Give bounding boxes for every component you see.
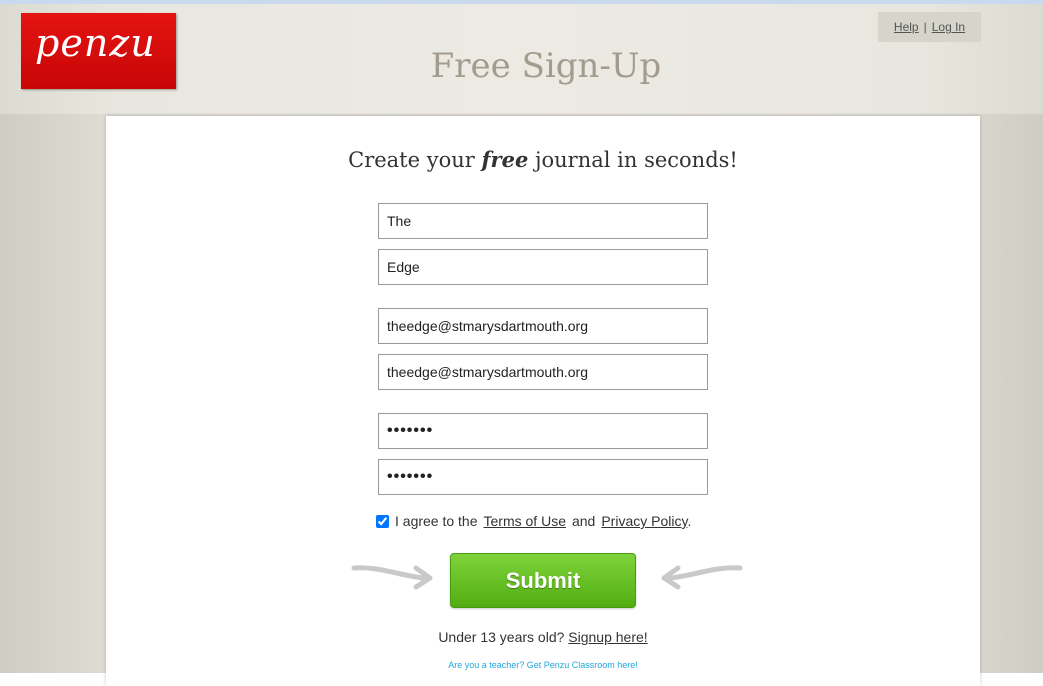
- login-link[interactable]: Log In: [932, 20, 965, 34]
- right-pointing-arrow-icon: [351, 565, 433, 590]
- headline-pre: Create your: [348, 148, 475, 172]
- password-confirm-input[interactable]: [378, 459, 708, 495]
- agree-post: .: [687, 513, 692, 529]
- under13-text: Under 13 years old?: [438, 629, 565, 645]
- first-name-input[interactable]: [378, 203, 708, 239]
- privacy-policy-link[interactable]: Privacy Policy: [601, 513, 687, 529]
- agree-and: and: [571, 513, 596, 529]
- terms-agreement: I agree to the Terms of Use and Privacy …: [376, 513, 691, 529]
- top-nav: Help | Log In: [878, 12, 981, 42]
- last-name-input[interactable]: [378, 249, 708, 285]
- signup-card: Create your free journal in seconds! I a…: [106, 116, 980, 686]
- help-link[interactable]: Help: [894, 20, 919, 34]
- agree-checkbox[interactable]: [376, 514, 389, 528]
- headline-post: journal in seconds!: [535, 148, 738, 172]
- under-13-notice: Under 13 years old? Signup here!: [106, 629, 980, 645]
- nav-separator: |: [923, 20, 927, 34]
- page-title: Free Sign-Up: [430, 46, 662, 86]
- teacher-classroom-link[interactable]: Are you a teacher? Get Penzu Classroom h…: [106, 660, 980, 670]
- headline-free: free: [481, 147, 529, 172]
- under13-signup-link[interactable]: Signup here!: [568, 629, 647, 645]
- password-input[interactable]: [378, 413, 708, 449]
- terms-of-use-link[interactable]: Terms of Use: [484, 513, 566, 529]
- submit-button[interactable]: Submit: [450, 553, 636, 608]
- email-confirm-input[interactable]: [378, 354, 708, 390]
- left-pointing-arrow-icon: [661, 565, 743, 590]
- email-input[interactable]: [378, 308, 708, 344]
- signup-headline: Create your free journal in seconds!: [106, 147, 980, 172]
- agree-pre: I agree to the: [395, 513, 478, 529]
